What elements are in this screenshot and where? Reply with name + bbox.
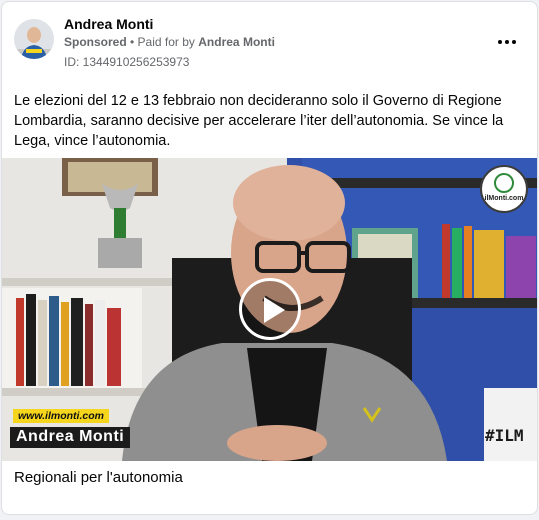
meta-separator: •	[126, 35, 138, 49]
post-text: Le elezioni del 12 e 13 febbraio non dec…	[14, 93, 504, 149]
paid-for-by-label: Paid for by	[137, 35, 195, 49]
avatar-image	[14, 19, 54, 59]
video-player[interactable]: ilMonti.com www.ilmonti.com Andrea Monti…	[2, 158, 537, 461]
page-avatar[interactable]	[14, 19, 54, 59]
paid-for-by-name[interactable]: Andrea Monti	[198, 35, 275, 49]
ad-id: ID: 1344910256253973	[64, 55, 190, 69]
brand-badge-logo: ilMonti.com	[480, 165, 528, 213]
sponsored-meta: Sponsored • Paid for by Andrea Monti	[64, 35, 275, 49]
play-icon	[264, 297, 285, 323]
video-caption[interactable]: Regionali per l'autonomia	[14, 469, 183, 486]
play-button[interactable]	[239, 278, 301, 340]
video-url-overlay: www.ilmonti.com	[13, 409, 109, 423]
lightbox-sign-text: #ILM	[485, 426, 524, 445]
post-header: Andrea Monti Sponsored • Paid for by And…	[2, 2, 537, 86]
page-name[interactable]: Andrea Monti	[64, 16, 153, 32]
sponsored-label[interactable]: Sponsored	[64, 35, 127, 49]
more-options-button[interactable]	[495, 32, 519, 52]
video-name-overlay: Andrea Monti	[10, 427, 131, 448]
brand-badge-text: ilMonti.com	[484, 195, 524, 202]
more-horizontal-icon	[497, 40, 518, 44]
ad-post-card: Andrea Monti Sponsored • Paid for by And…	[1, 1, 538, 515]
